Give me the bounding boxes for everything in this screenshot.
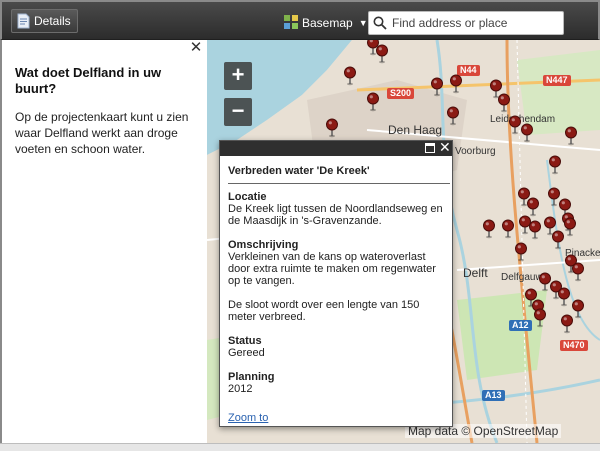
info-popup: ✕ Verbreden water 'De Kreek' Locatie De … [219,139,453,427]
map-pin-icon[interactable] [448,74,464,94]
road-shield-a12: A12 [509,320,532,331]
map-pin-icon[interactable] [537,272,553,292]
map-pin-icon[interactable] [519,123,535,143]
road-shield-a13: A13 [482,390,505,401]
status-value: Gereed [228,347,265,359]
details-label: Details [34,14,71,28]
panel-description: Op de projectenkaart kunt u zien waar De… [15,110,189,156]
map-pin-icon[interactable] [525,197,541,217]
search-icon [369,12,391,34]
omschrijving-text-2: De sloot wordt over een lengte van 150 m… [228,299,420,323]
popup-title: Verbreden water 'De Kreek' [228,165,450,184]
map-pin-icon[interactable] [342,66,358,86]
map-pin-icon[interactable] [496,93,512,113]
details-button[interactable]: Details [11,9,78,33]
close-icon[interactable]: ✕ [439,139,451,156]
document-icon [17,13,30,29]
map-pin-icon[interactable] [563,126,579,146]
omschrijving-label: Omschrijving [228,239,299,251]
omschrijving-text: Verkleinen van de kans op wateroverlast … [228,251,436,287]
locatie-text: De Kreek ligt tussen de Noordlandseweg e… [228,203,443,227]
map-label-delft: Delft [463,266,488,280]
map-pin-icon[interactable] [500,219,516,239]
status-label: Status [228,335,262,347]
road-shield-s200: S200 [387,88,415,99]
locatie-label: Locatie [228,191,267,203]
map-pin-icon[interactable] [559,314,575,334]
top-toolbar: Details Basemap ▼ [0,0,600,40]
map-pin-icon[interactable] [481,219,497,239]
search-input[interactable] [391,16,563,30]
map-pin-icon[interactable] [429,77,445,97]
basemap-label: Basemap [302,16,353,30]
map-pin-icon[interactable] [365,92,381,112]
chevron-down-icon: ▼ [358,18,368,28]
zoom-to-link[interactable]: Zoom to [228,412,268,424]
maximize-icon[interactable] [425,143,435,153]
zoom-out-button[interactable]: − [224,98,252,126]
popup-content: Verbreden water 'De Kreek' Locatie De Kr… [228,165,450,395]
map-pin-icon[interactable] [570,262,586,282]
details-panel: ✕ Wat doet Delfland in uw buurt? Op de p… [0,40,207,443]
map-pin-icon[interactable] [532,308,548,328]
map-pin-icon[interactable] [547,155,563,175]
planning-value: 2012 [228,383,253,395]
road-shield-n470: N470 [560,340,588,351]
panel-title: Wat doet Delfland in uw buurt? [15,65,162,96]
map-pin-icon[interactable] [324,118,340,138]
popup-header: ✕ [220,139,452,156]
basemap-button[interactable]: Basemap ▼ [284,13,368,33]
planning-label: Planning [228,371,275,383]
map-pin-icon[interactable] [527,220,543,240]
zoom-in-button[interactable]: + [224,62,252,90]
map-pin-icon[interactable] [445,106,461,126]
bottom-border [0,443,600,451]
map-pin-icon[interactable] [374,44,390,64]
search-box[interactable] [368,11,564,35]
map-pin-icon[interactable] [562,217,578,237]
road-shield-n447: N447 [543,75,571,86]
close-icon[interactable]: ✕ [188,40,204,56]
map-pin-icon[interactable] [513,242,529,262]
basemap-grid-icon [284,14,298,32]
map-label-voorburg: Voorburg [455,146,496,157]
map-label-den-haag: Den Haag [388,123,443,137]
